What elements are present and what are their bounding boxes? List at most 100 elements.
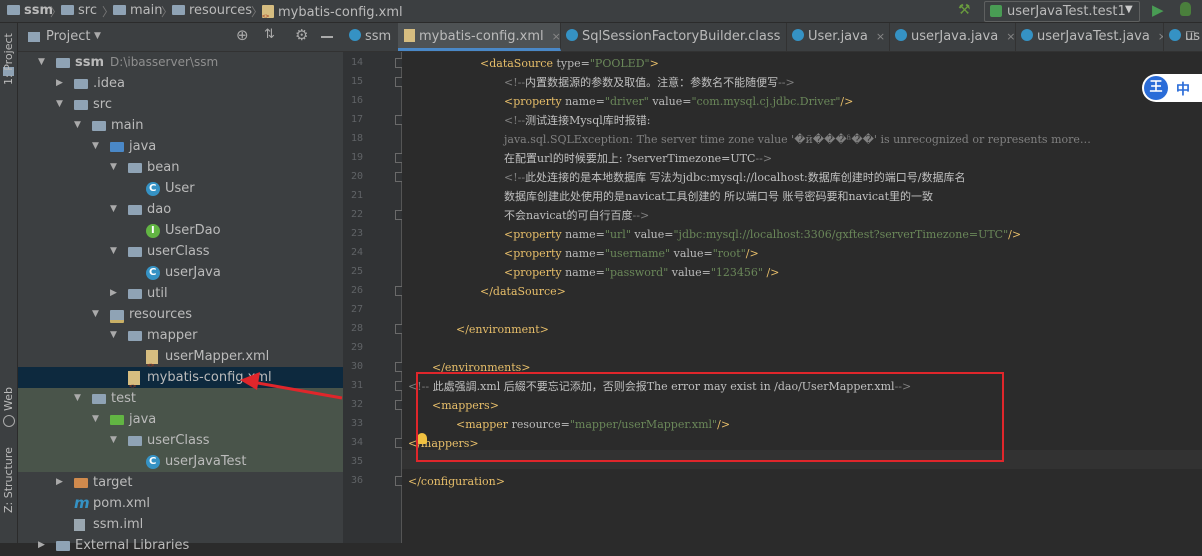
expand-arrow-icon[interactable]: ▼ [56,94,66,115]
tree-node-usermapper-xml[interactable]: userMapper.xml [18,346,343,376]
tree-node-main[interactable]: ▼ main [18,115,343,136]
folder-icon [61,5,74,15]
tab-overflow-icon[interactable]: ☐ [1185,29,1196,43]
tree-node-userclass[interactable]: ▼ userClass [18,241,343,262]
tree-node-user[interactable]: User [18,178,343,199]
expand-arrow-icon[interactable]: ▼ [38,52,48,73]
collapse-arrow-icon[interactable]: ▶ [110,283,120,304]
class-icon [1021,29,1033,41]
line-number: 27 [350,304,363,315]
tab-userjava-java[interactable]: userJava.java × [889,23,1016,51]
tab-userjavatest-java[interactable]: userJavaTest.java× [1015,23,1164,51]
project-tool-window-button[interactable]: 1: Project [2,33,15,85]
expand-arrow-icon[interactable]: ▼ [110,241,120,262]
excluded-folder-icon [74,478,88,488]
tree-node-ssm-iml[interactable]: ssm.iml [18,514,343,535]
line-number: 26 [350,285,363,296]
collapse-all-icon[interactable]: ⇅ [264,27,275,42]
structure-tool-window-button[interactable]: Z: Structure [2,447,15,513]
chevron-down-icon[interactable]: ▼ [94,31,101,41]
line-number: 29 [350,342,363,353]
tree-node-bean[interactable]: ▼ bean [18,157,343,178]
xml-file-icon [404,29,415,42]
tree-node-java[interactable]: ▼ java [18,409,343,430]
code-token: "username" [604,247,674,260]
expand-arrow-icon[interactable]: ▼ [110,430,120,451]
project-view-selector[interactable]: Project [46,29,90,44]
tree-node-label: java [129,136,156,157]
code-line: <dataSource type="POOLED"> [480,54,659,73]
tree-node-text: util [147,286,168,301]
tree-node-src[interactable]: ▼ src [18,94,343,115]
breadcrumb-item-mybatis-config-xml[interactable]: mybatis-config.xml [262,3,403,25]
expand-arrow-icon[interactable]: ▼ [110,157,120,178]
tree-node-text: bean [147,160,180,175]
tree-node-userclass[interactable]: ▼ userClass [18,430,343,451]
breadcrumb-item-resources[interactable]: resources [172,3,252,19]
expand-arrow-icon[interactable]: ▼ [74,388,84,409]
breadcrumb-item-ssm[interactable]: ssm [7,3,53,19]
tree-node-external-libraries[interactable]: ▶ External Libraries [18,535,343,556]
expand-arrow-icon[interactable]: ▼ [92,409,102,430]
tree-node-label: userClass [147,241,210,262]
code-token: value= [671,266,711,279]
tree-node-pom-xml[interactable]: m pom.xml [18,493,343,514]
tree-node-ssm[interactable]: ▼ ssm D:\ibasserver\ssm [18,52,343,73]
tree-node-label: target [93,472,133,493]
collapse-arrow-icon[interactable]: ▶ [38,535,48,556]
tab-us[interactable]: us [1163,23,1202,51]
build-hammer-icon[interactable]: ⚒ [958,2,971,18]
breadcrumb-item-src[interactable]: src [61,3,97,19]
tree-node-label: userMapper.xml [165,346,269,367]
code-editor[interactable]: <dataSource type="POOLED"> <!--内置数据源的参数及取… [402,52,1202,543]
gear-icon[interactable]: ⚙ [295,26,308,44]
ime-indicator[interactable]: 王 中 [1142,74,1202,102]
tree-node-dao[interactable]: ▼ dao [18,199,343,220]
expand-arrow-icon[interactable]: ▼ [74,115,84,136]
breadcrumb-label: main [130,3,163,18]
tree-node-userdao[interactable]: UserDao [18,220,343,241]
folder-icon [7,5,20,15]
tree-node-text: java [129,139,157,154]
expand-arrow-icon[interactable]: ▼ [92,304,102,325]
web-icon [3,415,15,427]
editor-tab-bar: ssm mybatis-config.xml × SqlSessionFactoryB… [343,23,1202,52]
folder-icon [113,5,126,15]
code-token: </configuration> [408,475,505,488]
tree-node-text: resources [129,307,193,322]
code-line: </configuration> [408,472,505,491]
collapse-arrow-icon[interactable]: ▶ [56,472,66,493]
code-token: "123456" [710,266,767,279]
locate-crosshair-icon[interactable]: ⊕ [236,26,249,44]
navigation-bar: ssm〉src〉main〉resources〉mybatis-config.xm… [0,0,1202,25]
expand-arrow-icon[interactable]: ▼ [110,199,120,220]
breadcrumb-item-main[interactable]: main [113,3,162,19]
tab-user-java[interactable]: User.java × [786,23,890,51]
debug-icon[interactable] [1180,2,1191,16]
close-tab-icon[interactable]: × [876,30,885,43]
tree-node--idea[interactable]: ▶ .idea [18,73,343,94]
hide-panel-icon[interactable] [321,36,333,38]
tree-node-userjava[interactable]: userJava [18,262,343,283]
tree-node-mapper[interactable]: ▼ mapper [18,325,343,346]
code-line: <!--测试连接Mysql库时报错: [504,111,650,130]
tree-node-userjavatest[interactable]: userJavaTest [18,451,343,472]
folder-icon [128,163,142,173]
code-token: 不会navicat的可自行百度 [504,209,633,222]
tab-sqlsessionfactorybuilder-class[interactable]: SqlSessionFactoryBuilder.class× [560,23,787,51]
expand-arrow-icon[interactable]: ▼ [92,136,102,157]
tree-node-util[interactable]: ▶ util [18,283,343,304]
maven-icon: m [74,494,90,512]
web-tool-window-button[interactable]: Web [2,387,15,411]
run-icon[interactable]: ▶ [1152,1,1164,19]
expand-arrow-icon[interactable]: ▼ [110,325,120,346]
tree-node-java[interactable]: ▼ java [18,136,343,157]
code-token: <!-- [504,114,526,127]
tree-node-label: UserDao [165,220,221,241]
tab-ssm[interactable]: ssm [343,23,399,51]
tab-mybatis-config-xml[interactable]: mybatis-config.xml × [398,23,561,51]
run-configuration-select[interactable]: userJavaTest.test1 ▼ [984,1,1140,22]
tree-node-target[interactable]: ▶ target [18,472,343,493]
tree-node-resources[interactable]: ▼ resources [18,304,343,325]
collapse-arrow-icon[interactable]: ▶ [56,73,66,94]
